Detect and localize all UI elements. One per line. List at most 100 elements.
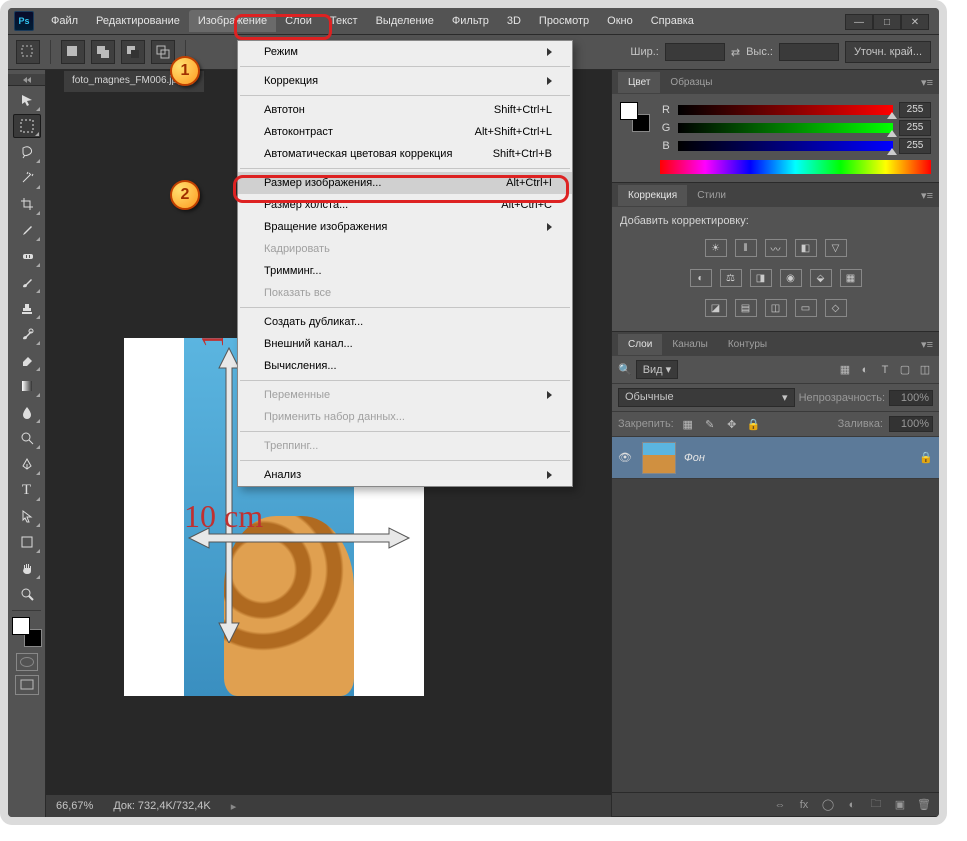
menu-изображение[interactable]: Изображение: [189, 10, 276, 32]
value-R[interactable]: 255: [899, 102, 931, 118]
link-layers-icon[interactable]: ⇔: [773, 798, 787, 812]
adj-posterize-icon[interactable]: ▤: [735, 299, 757, 317]
lock-pixels-icon[interactable]: ✎: [702, 417, 718, 431]
marquee-intersect-icon[interactable]: [151, 40, 175, 64]
lock-all-icon[interactable]: 🔒: [746, 417, 762, 431]
layer-filter-kind[interactable]: Вид ▾: [636, 360, 678, 379]
menu-item-создать-дубликат-[interactable]: Создать дубликат...: [238, 311, 572, 333]
layer-name-label[interactable]: Фон: [684, 452, 911, 464]
gradient-tool-icon[interactable]: [13, 374, 41, 398]
add-mask-icon[interactable]: ◯: [821, 798, 835, 812]
toolbox-collapse[interactable]: [8, 74, 45, 86]
adj-invert-icon[interactable]: ◪: [705, 299, 727, 317]
stamp-tool-icon[interactable]: [13, 296, 41, 320]
magic-wand-tool-icon[interactable]: [13, 166, 41, 190]
path-select-tool-icon[interactable]: [13, 504, 41, 528]
menu-item-размер-изображения-[interactable]: Размер изображения...Alt+Ctrl+I: [238, 172, 572, 194]
type-tool-icon[interactable]: T: [13, 478, 41, 502]
marquee-rect-new-icon[interactable]: [61, 40, 85, 64]
adj-hue-icon[interactable]: ◐: [690, 269, 712, 287]
menu-item-анализ[interactable]: Анализ: [238, 464, 572, 486]
quickmask-icon[interactable]: [16, 653, 38, 671]
close-button[interactable]: ✕: [901, 14, 929, 30]
menu-фильтр[interactable]: Фильтр: [443, 10, 498, 32]
visibility-eye-icon[interactable]: 👁: [618, 451, 634, 464]
healing-tool-icon[interactable]: [13, 244, 41, 268]
menu-item-автоматическая-цветовая-коррекция[interactable]: Автоматическая цветовая коррекцияShift+C…: [238, 143, 572, 165]
maximize-button[interactable]: □: [873, 14, 901, 30]
fill-input[interactable]: 100%: [889, 416, 933, 432]
menu-файл[interactable]: Файл: [42, 10, 87, 32]
adj-photo-filter-icon[interactable]: ◉: [780, 269, 802, 287]
menu-item-режим[interactable]: Режим: [238, 41, 572, 63]
filter-smart-icon[interactable]: ◫: [917, 363, 933, 377]
tab-adjustments[interactable]: Коррекция: [618, 185, 687, 206]
menu-справка[interactable]: Справка: [642, 10, 703, 32]
color-ramp[interactable]: [660, 160, 931, 174]
lock-transparent-icon[interactable]: ▦: [680, 417, 696, 431]
adj-selective-icon[interactable]: ◇: [825, 299, 847, 317]
menu-окно[interactable]: Окно: [598, 10, 642, 32]
tab-channels[interactable]: Каналы: [662, 334, 718, 355]
lasso-tool-icon[interactable]: [13, 140, 41, 164]
blend-mode-select[interactable]: Обычные ▾: [618, 388, 795, 407]
tool-preset-icon[interactable]: [16, 40, 40, 64]
width-input[interactable]: [665, 43, 725, 61]
menu-item-коррекция[interactable]: Коррекция: [238, 70, 572, 92]
adj-vibrance-icon[interactable]: ▽: [825, 239, 847, 257]
hand-tool-icon[interactable]: [13, 556, 41, 580]
opacity-input[interactable]: 100%: [889, 390, 933, 406]
eyedropper-tool-icon[interactable]: [13, 218, 41, 242]
menu-слои[interactable]: Слои: [276, 10, 321, 32]
delete-layer-icon[interactable]: 🗑: [917, 798, 931, 812]
zoom-tool-icon[interactable]: [13, 582, 41, 606]
adj-levels-icon[interactable]: ⫴: [735, 239, 757, 257]
adj-curves-icon[interactable]: 〰: [765, 239, 787, 257]
adj-bw-icon[interactable]: ◨: [750, 269, 772, 287]
adj-mixer-icon[interactable]: ⬙: [810, 269, 832, 287]
adj-threshold-icon[interactable]: ◫: [765, 299, 787, 317]
filter-adjust-icon[interactable]: ◐: [857, 363, 873, 377]
new-adjustment-icon[interactable]: ◐: [845, 798, 859, 812]
adj-exposure-icon[interactable]: ◧: [795, 239, 817, 257]
layer-thumbnail[interactable]: [642, 442, 676, 474]
slider-G[interactable]: [678, 123, 893, 133]
tab-color[interactable]: Цвет: [618, 72, 660, 93]
tab-styles[interactable]: Стили: [687, 185, 736, 206]
marquee-subtract-icon[interactable]: [121, 40, 145, 64]
panel-menu-icon[interactable]: ▾≡: [921, 76, 933, 89]
minimize-button[interactable]: —: [845, 14, 873, 30]
brush-tool-icon[interactable]: [13, 270, 41, 294]
menu-3d[interactable]: 3D: [498, 10, 530, 32]
swap-icon[interactable]: ⇄: [731, 46, 740, 59]
menu-item-автоконтраст[interactable]: АвтоконтрастAlt+Shift+Ctrl+L: [238, 121, 572, 143]
tab-swatches[interactable]: Образцы: [660, 72, 722, 93]
color-swatch-pair[interactable]: [620, 102, 650, 132]
dodge-tool-icon[interactable]: [13, 426, 41, 450]
slider-B[interactable]: [678, 141, 893, 151]
filter-shape-icon[interactable]: ▢: [897, 363, 913, 377]
lock-position-icon[interactable]: ✥: [724, 417, 740, 431]
crop-tool-icon[interactable]: [13, 192, 41, 216]
marquee-tool-icon[interactable]: [13, 114, 41, 138]
panel-menu-icon[interactable]: ▾≡: [921, 338, 933, 351]
move-tool-icon[interactable]: [13, 88, 41, 112]
menu-текст[interactable]: Текст: [321, 10, 367, 32]
refine-edge-button[interactable]: Уточн. край...: [845, 41, 931, 63]
eraser-tool-icon[interactable]: [13, 348, 41, 372]
foreground-background-swatch[interactable]: [12, 617, 42, 647]
slider-R[interactable]: [678, 105, 893, 115]
layer-lock-icon[interactable]: 🔒: [919, 451, 933, 464]
new-group-icon[interactable]: 🗀: [869, 798, 883, 812]
value-G[interactable]: 255: [899, 120, 931, 136]
panel-menu-icon[interactable]: ▾≡: [921, 189, 933, 202]
value-B[interactable]: 255: [899, 138, 931, 154]
menu-item-размер-холста-[interactable]: Размер холста...Alt+Ctrl+C: [238, 194, 572, 216]
menu-item-тримминг-[interactable]: Тримминг...: [238, 260, 572, 282]
tab-layers[interactable]: Слои: [618, 334, 662, 355]
height-input[interactable]: [779, 43, 839, 61]
menu-item-внешний-канал-[interactable]: Внешний канал...: [238, 333, 572, 355]
adj-lookup-icon[interactable]: ▦: [840, 269, 862, 287]
shape-tool-icon[interactable]: [13, 530, 41, 554]
layer-row-background[interactable]: 👁 Фон 🔒: [612, 437, 939, 479]
